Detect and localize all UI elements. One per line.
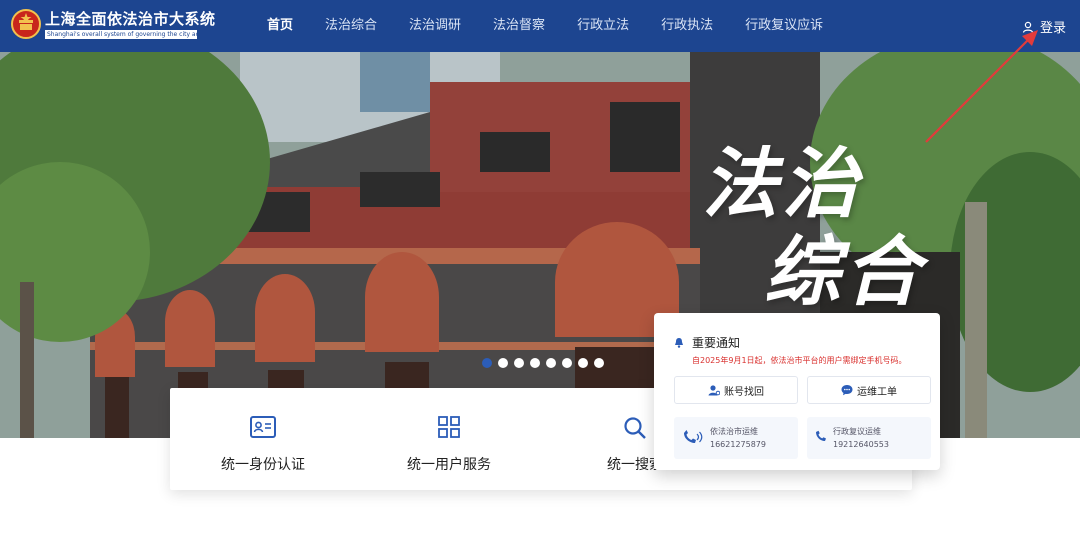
contact-card-legal-ops[interactable]: 依法治市运维 16621275879: [674, 417, 798, 459]
top-header: 上海全面依法治市大系统 Shanghai's overall system of…: [0, 0, 1080, 52]
carousel-dot[interactable]: [530, 358, 540, 368]
nav-item-home[interactable]: 首页: [251, 0, 309, 52]
phone-wave-icon: [684, 430, 703, 443]
chat-bubble-icon: [841, 385, 853, 396]
nav-item-legal-research[interactable]: 法治调研: [393, 0, 477, 52]
contact-name: 行政复议运维: [833, 427, 881, 436]
bell-icon: [675, 338, 683, 348]
service-label: 统一身份认证: [221, 457, 305, 473]
red-arrow-annotation: [925, 30, 1038, 143]
grid-apps-icon: [438, 416, 460, 438]
search-icon: [624, 417, 646, 439]
carousel-dot[interactable]: [498, 358, 508, 368]
contact-phone[interactable]: 19212640553: [833, 440, 889, 449]
carousel-dot[interactable]: [514, 358, 524, 368]
carousel-dot[interactable]: [594, 358, 604, 368]
contact-card-admin-review-ops[interactable]: 行政复议运维 19212640553: [807, 417, 931, 459]
user-recover-icon: [708, 385, 720, 396]
service-user-service[interactable]: 统一用户服务: [356, 388, 542, 490]
carousel-dot[interactable]: [482, 358, 492, 368]
carousel-dot[interactable]: [562, 358, 572, 368]
site-title[interactable]: 上海全面依法治市大系统: [45, 8, 216, 29]
account-recovery-button[interactable]: 账号找回: [674, 376, 798, 404]
carousel-dot[interactable]: [578, 358, 588, 368]
login-label: 登录: [1039, 21, 1066, 36]
carousel-dots: [482, 358, 604, 368]
account-recovery-label: 账号找回: [724, 386, 764, 398]
contact-phone[interactable]: 16621275879: [710, 440, 766, 449]
notice-header: 重要通知: [674, 334, 740, 351]
nav-item-admin-review[interactable]: 行政复议应诉: [729, 0, 839, 52]
notice-text: 自2025年9月1日起，依法治市平台的用户需绑定手机号码。: [692, 356, 907, 365]
service-identity-auth[interactable]: 统一身份认证: [170, 388, 356, 490]
nav-item-admin-legislation[interactable]: 行政立法: [561, 0, 645, 52]
service-label: 统一用户服务: [407, 457, 491, 473]
contact-name: 依法治市运维: [710, 427, 758, 436]
nav-item-legal-comprehensive[interactable]: 法治综合: [309, 0, 393, 52]
phone-icon: [816, 430, 826, 441]
nav-item-legal-inspection[interactable]: 法治督察: [477, 0, 561, 52]
national-emblem-logo[interactable]: [11, 9, 41, 39]
notice-panel: 重要通知 自2025年9月1日起，依法治市平台的用户需绑定手机号码。 账号找回 …: [654, 313, 940, 470]
carousel-dot[interactable]: [546, 358, 556, 368]
notice-title: 重要通知: [692, 336, 741, 350]
ops-ticket-label: 运维工单: [857, 386, 897, 398]
ops-ticket-button[interactable]: 运维工单: [807, 376, 931, 404]
site-subtitle: Shanghai's overall system of governing t…: [45, 30, 197, 39]
nav-item-admin-enforcement[interactable]: 行政执法: [645, 0, 729, 52]
hero-title-line2: 综合: [764, 227, 924, 316]
main-nav: 首页 法治综合 法治调研 法治督察 行政立法 行政执法 行政复议应诉: [251, 0, 839, 52]
id-card-icon: [250, 416, 276, 438]
